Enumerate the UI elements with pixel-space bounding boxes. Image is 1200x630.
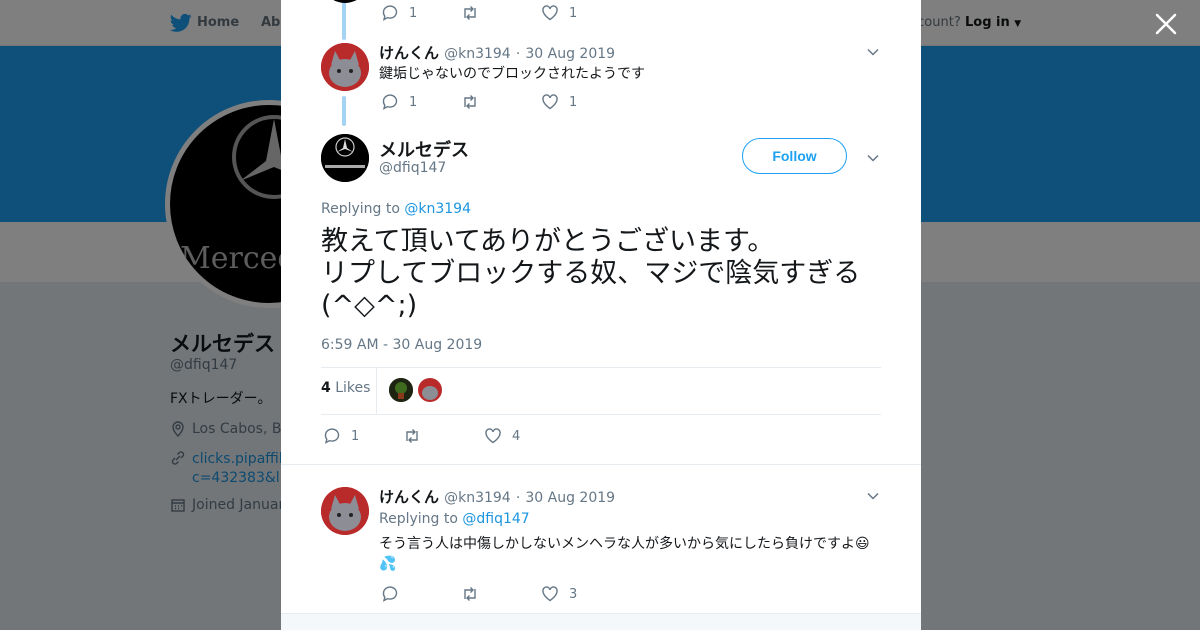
divider [321, 367, 881, 368]
reply-count: 1 [351, 428, 360, 444]
like-count: 3 [569, 586, 578, 602]
avatar[interactable] [321, 0, 369, 3]
tweet-text: そう言う人は中傷しかしないメンヘラな人が多いから気にしたら負けですよ😃💦 [379, 536, 870, 572]
thread-line [342, 0, 346, 40]
replying-prefix: Replying to [321, 201, 400, 217]
reply-count: 1 [409, 5, 418, 21]
plant-avatar-icon [389, 378, 413, 402]
heart-icon [485, 428, 501, 444]
reply-count: 1 [409, 94, 418, 110]
handle[interactable]: @kn3194 [444, 46, 511, 62]
thread-line [342, 96, 346, 126]
divider [321, 414, 881, 415]
modal-footer [281, 613, 921, 630]
reply-icon [324, 428, 340, 444]
reply-icon [382, 94, 398, 110]
likes-stat[interactable]: 4 Likes [321, 380, 370, 396]
like-button[interactable]: 4 [484, 427, 520, 445]
reply-button[interactable]: 1 [323, 427, 403, 445]
liker-avatar[interactable] [389, 378, 413, 402]
heart-icon [542, 94, 558, 110]
display-name[interactable]: けんくん [379, 44, 439, 62]
cat-avatar-icon [321, 487, 369, 535]
retweet-button[interactable] [403, 427, 484, 445]
display-name[interactable]: メルセデス [379, 136, 469, 162]
heart-icon [542, 586, 558, 602]
chevron-down-icon[interactable] [866, 151, 880, 165]
reply2-actions: 3 [381, 585, 577, 603]
heart-icon [542, 5, 558, 21]
retweet-button[interactable] [461, 585, 541, 603]
likes-count: 4 [321, 380, 331, 396]
cat-avatar-icon [418, 378, 442, 402]
mercedes-logo-icon [321, 134, 369, 182]
follow-button[interactable]: Follow [742, 138, 847, 174]
chevron-down-icon[interactable] [866, 45, 880, 59]
like-count: 4 [512, 428, 521, 444]
replying-to: Replying to @kn3194 [321, 201, 471, 217]
liker-avatar[interactable] [418, 378, 442, 402]
separator: · [515, 46, 521, 62]
replying-to-link[interactable]: @dfiq147 [462, 511, 529, 527]
tweet-modal: 1 1 けんくん @kn3194 · 30 Aug 2019 鍵垢じゃないのでブ… [281, 0, 921, 630]
likes-label: Likes [335, 380, 371, 396]
chevron-down-icon[interactable] [866, 489, 880, 503]
divider [281, 464, 921, 465]
like-button[interactable]: 1 [541, 4, 577, 22]
tweet-text: 教えて頂いてありがとうございます。 リプしてブロックする奴、マジで陰気すぎる(^… [321, 226, 861, 321]
retweet-icon [464, 6, 476, 20]
reply-icon [382, 586, 398, 602]
like-button[interactable]: 3 [541, 585, 577, 603]
tweet-date[interactable]: 30 Aug 2019 [525, 46, 615, 62]
reply-button[interactable]: 1 [381, 93, 461, 111]
reply1-actions: 1 1 [381, 93, 577, 111]
retweet-button[interactable] [461, 93, 541, 111]
like-button[interactable]: 1 [541, 93, 577, 111]
reply-button[interactable] [381, 585, 461, 603]
cat-avatar-icon [321, 43, 369, 91]
like-count: 1 [569, 5, 578, 21]
close-icon[interactable] [1154, 12, 1178, 36]
tweet-timestamp[interactable]: 6:59 AM - 30 Aug 2019 [321, 337, 482, 353]
retweet-icon [406, 429, 418, 443]
retweet-button[interactable] [461, 4, 541, 22]
like-count: 1 [569, 94, 578, 110]
retweet-icon [464, 587, 476, 601]
avatar[interactable] [321, 134, 369, 182]
replying-prefix: Replying to [379, 511, 458, 527]
avatar[interactable] [321, 487, 369, 535]
prev-tweet-actions: 1 1 [381, 4, 577, 22]
tweet-header: けんくん @kn3194 · 30 Aug 2019 [379, 42, 615, 63]
replying-to-link[interactable]: @kn3194 [404, 201, 471, 217]
divider [376, 368, 377, 414]
display-name[interactable]: けんくん [379, 488, 439, 506]
tweet-text: 鍵垢じゃないのでブロックされたようです [379, 66, 645, 82]
handle[interactable]: @dfiq147 [379, 160, 446, 176]
reply-icon [382, 5, 398, 21]
avatar[interactable] [321, 43, 369, 91]
separator: · [515, 490, 521, 506]
tweet-date[interactable]: 30 Aug 2019 [525, 490, 615, 506]
main-tweet-actions: 1 4 [323, 427, 520, 445]
tweet-header: けんくん @kn3194 · 30 Aug 2019 [379, 486, 615, 507]
replying-to: Replying to @dfiq147 [379, 511, 530, 527]
reply-button[interactable]: 1 [381, 4, 461, 22]
handle[interactable]: @kn3194 [444, 490, 511, 506]
retweet-icon [464, 95, 476, 109]
